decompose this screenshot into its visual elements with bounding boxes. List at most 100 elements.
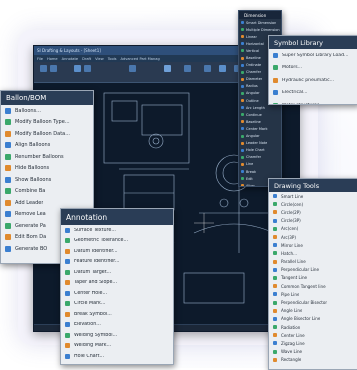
dimension-item-label: Diameter (246, 77, 263, 82)
annotation-item-label: Taper and Slope... (74, 280, 118, 286)
generate-bom-icon (5, 245, 11, 252)
annotation-title: Annotation (61, 209, 173, 225)
annotation-item[interactable]: Feature Identifier... (61, 257, 173, 268)
annotation-item[interactable]: Datum Identifier... (61, 246, 173, 257)
drawing-tool-item[interactable]: Angle Line (269, 307, 357, 315)
menu-home[interactable]: Home (47, 57, 58, 61)
balloon-item[interactable]: Modify Balloon Type... (1, 117, 93, 129)
menu-annotate[interactable]: Annotate (62, 57, 78, 61)
balloon-item[interactable]: Combine Ba (1, 186, 93, 198)
leader-note-icon (241, 141, 244, 145)
drawing-tool-item[interactable]: Parallel Line (269, 258, 357, 266)
drawing-tool-item[interactable]: Common Tangent line (269, 282, 357, 290)
annotation-item[interactable]: Attributes Override (61, 362, 173, 365)
balloon-item[interactable]: Hide Balloons (1, 163, 93, 175)
dimension-item[interactable]: Break (239, 168, 281, 175)
balloon-item[interactable]: Renumber Balloons (1, 151, 93, 163)
menu-draft[interactable]: Draft (82, 57, 91, 61)
drawing-tool-item[interactable]: Angle Bisector Line (269, 315, 357, 323)
balloon-item-label: Remove Lea (15, 211, 46, 218)
circle-2p-icon (273, 210, 277, 215)
dimension-item[interactable]: Multiple Dimension (239, 26, 281, 33)
dimension-item[interactable]: Center Mark (239, 125, 281, 132)
ribbon-tool-button[interactable] (129, 65, 136, 72)
symbol-library-item[interactable]: Hydraulic pneumatic... (269, 74, 357, 87)
balloon-item-label: Modify Balloon Type... (15, 119, 70, 126)
symbol-library-item-list: Super Symbol Library Load... Motors... Hyd… (269, 49, 357, 104)
edit-icon (241, 177, 244, 181)
annotation-item[interactable]: Surface Texture... (61, 225, 173, 236)
drawing-tool-item[interactable]: Center Line (269, 331, 357, 339)
dimension-item[interactable]: Leader Note (239, 140, 281, 147)
balloon-item[interactable]: Add Leader (1, 197, 93, 209)
drawing-tool-item[interactable]: Perpendicular Line (269, 266, 357, 274)
multiple-dimension-icon (241, 28, 244, 32)
annotation-item[interactable]: Datum Target... (61, 267, 173, 278)
drawing-tool-item[interactable]: Circle(2P) (269, 208, 357, 216)
annotation-item[interactable]: Geometric Tolerance... (61, 236, 173, 247)
dimension-item-label: Linear (246, 34, 257, 39)
annotation-item[interactable]: Welding Mark... (61, 341, 173, 352)
drawing-tool-item[interactable]: Tangent Line (269, 274, 357, 282)
dimension-item[interactable]: Line (239, 161, 281, 168)
drawing-tool-item[interactable]: Mirror Line (269, 241, 357, 249)
drawing-tools-item-list: Smart Line Circle(cen) Circle(2P) Circle(3P… (269, 192, 357, 364)
menu-file[interactable]: File (37, 57, 43, 61)
menu-view[interactable]: View (95, 57, 104, 61)
modify-balloon-data-icon (5, 130, 11, 137)
annotation-item[interactable]: Center Hole... (61, 288, 173, 299)
drawing-tool-item[interactable]: Arc(3P) (269, 233, 357, 241)
drawing-tool-item-label: Rectangle (281, 357, 302, 363)
ribbon-tool-button[interactable] (84, 65, 91, 72)
ribbon-tool-button[interactable] (50, 65, 57, 72)
dimension-item[interactable]: Continue (239, 111, 281, 118)
balloon-item[interactable]: Align Balloons (1, 140, 93, 152)
drawing-tool-item[interactable]: Circle(3P) (269, 217, 357, 225)
annotation-item[interactable]: Hole Chart... (61, 351, 173, 362)
dimension-item[interactable]: Chamfer (239, 154, 281, 161)
balloon-item-label: Add Leader (15, 199, 44, 206)
dimension-item[interactable]: Arc Length (239, 104, 281, 111)
dimension-item[interactable]: Smart Dimension (239, 19, 281, 26)
annotation-item[interactable]: Break Symbol... (61, 309, 173, 320)
drawing-tool-item[interactable]: Zigzag Line (269, 339, 357, 347)
dimension-item[interactable]: Angular (239, 133, 281, 140)
dimension-item-label: Chamfer (246, 70, 262, 75)
dimension-item-label: Angular (246, 134, 260, 139)
dimension-item[interactable]: Baseline (239, 118, 281, 125)
drawing-tool-item[interactable]: Wave Line (269, 348, 357, 356)
drawing-tool-item-label: Parallel Line (281, 259, 306, 265)
smart-dimension-icon (241, 21, 244, 25)
symbol-library-item[interactable]: Electrical... (269, 87, 357, 100)
annotation-item[interactable]: Circle Mark... (61, 299, 173, 310)
symbol-library-item[interactable]: Metal structures... (269, 99, 357, 104)
annotation-item[interactable]: Taper and Slope... (61, 278, 173, 289)
dimension-item[interactable]: Hole Chart (239, 147, 281, 154)
drawing-tool-item[interactable]: Rectangle (269, 356, 357, 364)
symbol-library-item[interactable]: Super Symbol Library Load... (269, 49, 357, 62)
annotation-item-label: Circle Mark... (74, 301, 106, 307)
ribbon-tool-button[interactable] (40, 65, 47, 72)
zigzag-line-icon (273, 341, 277, 346)
drawing-tool-item[interactable]: Arc(cen) (269, 225, 357, 233)
menu-tools[interactable]: Tools (108, 57, 117, 61)
ribbon-tool-button[interactable] (164, 65, 171, 72)
drawing-tool-item[interactable]: Hatch... (269, 249, 357, 257)
drawing-tool-item[interactable]: Radiation (269, 323, 357, 331)
annotation-item[interactable]: Elevation... (61, 320, 173, 331)
symbol-library-item[interactable]: Motors... (269, 62, 357, 75)
balloon-item[interactable]: Balloons... (1, 105, 93, 117)
ribbon-tool-button[interactable] (204, 65, 211, 72)
annotation-item[interactable]: Welding Symbol... (61, 330, 173, 341)
menu-advanced[interactable]: Advanced Part Manag (121, 57, 160, 61)
drawing-tool-item[interactable]: Smart Line (269, 192, 357, 200)
ribbon-tool-button[interactable] (74, 65, 81, 72)
balloon-item[interactable]: Modify Balloon Data... (1, 128, 93, 140)
drawing-tool-item[interactable]: Perpendicular Bisector (269, 298, 357, 306)
balloon-item[interactable]: Show Balloons (1, 174, 93, 186)
drawing-tool-item[interactable]: Circle(cen) (269, 200, 357, 208)
welding-symbol-icon (65, 332, 70, 338)
ribbon-tool-button[interactable] (219, 65, 226, 72)
ribbon-tool-button[interactable] (184, 65, 191, 72)
drawing-tool-item[interactable]: Pipe Line (269, 290, 357, 298)
